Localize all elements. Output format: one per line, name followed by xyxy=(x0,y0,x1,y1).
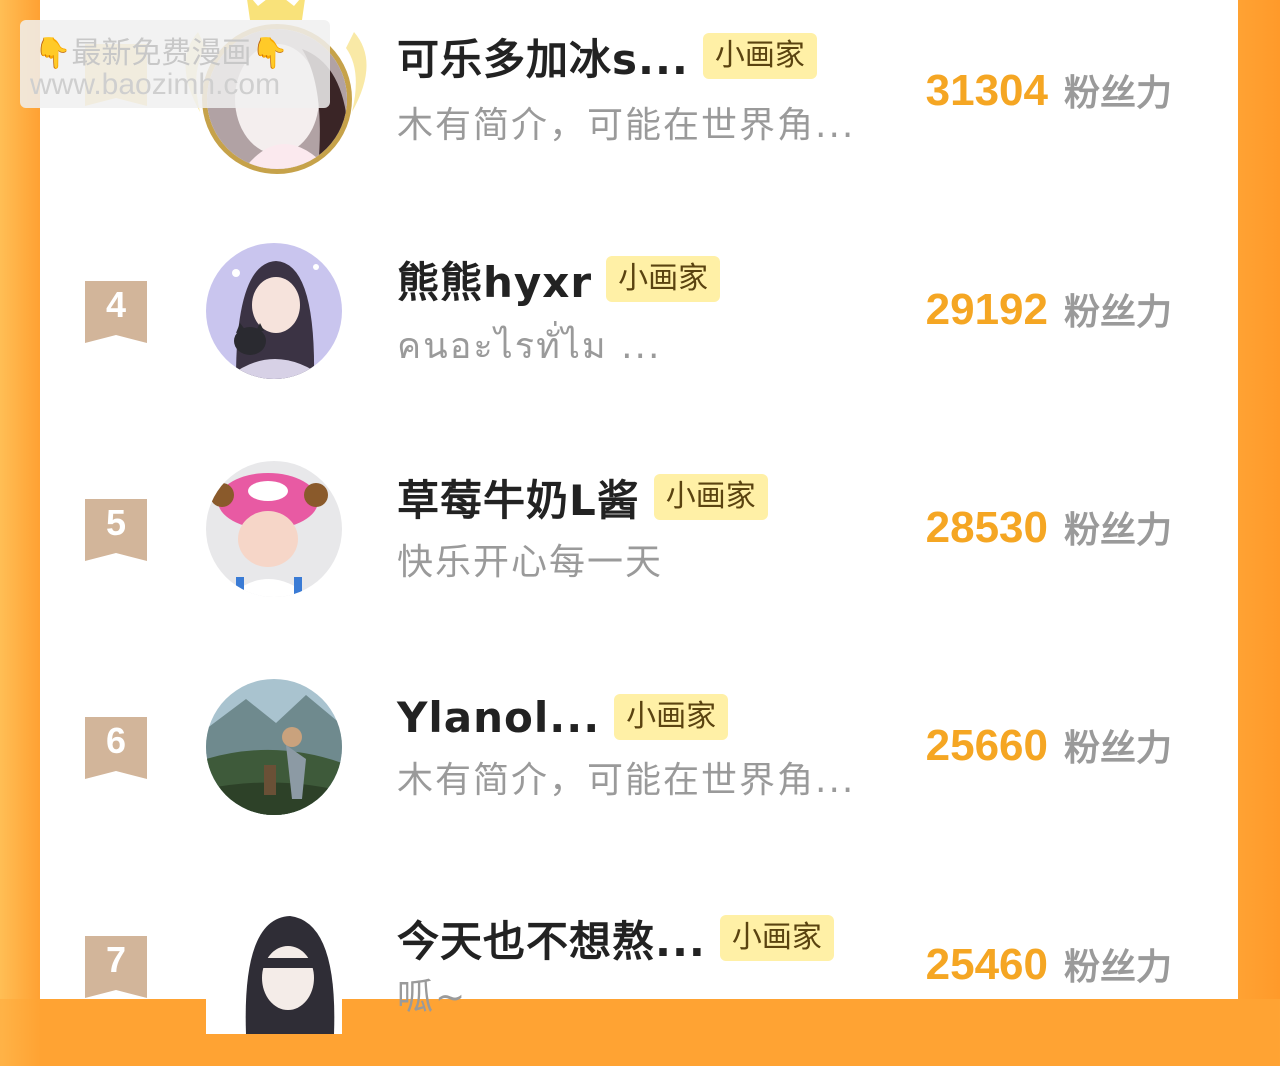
avatar[interactable] xyxy=(206,243,342,379)
list-item[interactable]: 5 草莓牛奶L酱 小画家 快乐开心每一天 28530 粉丝力 xyxy=(40,429,1238,629)
level-badge: 小画家 xyxy=(702,33,817,79)
name-line: 草莓牛奶L酱 小画家 xyxy=(397,469,768,525)
avatar-landscape-icon xyxy=(206,679,342,815)
score-value: 25460 xyxy=(925,940,1048,989)
right-orange-border xyxy=(1238,0,1280,999)
rank-number: 6 xyxy=(105,720,127,761)
score-unit: 粉丝力 xyxy=(1063,73,1172,114)
rank-ribbon: 5 xyxy=(85,499,147,561)
pointing-down-icon: 👇 xyxy=(34,36,72,71)
avatar[interactable] xyxy=(206,898,342,1034)
list-item[interactable]: 4 熊熊hyxr 小画家 คนอะไรทั่ไม ... 29192 粉丝力 xyxy=(40,211,1238,411)
rank-number: 7 xyxy=(105,939,127,980)
watermark-line1: 👇最新免费漫画👇 xyxy=(34,28,289,72)
user-name[interactable]: 可乐多加冰s... xyxy=(397,26,689,87)
fan-score: 31304 粉丝力 xyxy=(926,64,1172,116)
score-value: 25660 xyxy=(925,721,1048,770)
level-badge: 小画家 xyxy=(653,474,768,520)
name-line: 今天也不想熬... 小画家 xyxy=(397,910,834,966)
rank-ribbon: 6 xyxy=(85,717,147,779)
score-unit: 粉丝力 xyxy=(1063,292,1172,333)
fan-score: 29192 粉丝力 xyxy=(926,283,1172,335)
level-badge: 小画家 xyxy=(606,256,721,302)
user-bio: 快乐开心每一天 xyxy=(397,542,664,583)
name-line: 可乐多加冰s... 小画家 xyxy=(397,28,817,84)
score-unit: 粉丝力 xyxy=(1063,728,1172,769)
fan-score: 25460 粉丝力 xyxy=(926,938,1172,990)
score-unit: 粉丝力 xyxy=(1063,510,1172,551)
name-line: Ylanol... 小画家 xyxy=(397,689,729,745)
list-item[interactable]: 6 Ylanol... 小画家 木有简介，可能在世界角... 25660 粉丝力 xyxy=(40,647,1238,847)
score-value: 29192 xyxy=(925,285,1048,334)
user-bio: 木有简介，可能在世界角... xyxy=(397,760,856,801)
avatar[interactable] xyxy=(206,679,342,815)
user-name[interactable]: 熊熊hyxr xyxy=(397,249,592,310)
left-orange-border xyxy=(0,0,40,999)
watermark-url: www.baozimh.com xyxy=(30,68,281,101)
rank-number: 5 xyxy=(105,502,127,543)
score-value: 28530 xyxy=(925,503,1048,552)
pointing-down-icon: 👇 xyxy=(251,36,289,71)
level-badge: 小画家 xyxy=(614,694,729,740)
user-name[interactable]: 草莓牛奶L酱 xyxy=(397,467,640,528)
fan-score: 28530 粉丝力 xyxy=(926,501,1172,553)
watermark-text: 最新免费漫画 xyxy=(71,36,252,71)
rank-ribbon: 4 xyxy=(85,281,147,343)
user-name[interactable]: 今天也不想熬... xyxy=(397,908,706,969)
user-name[interactable]: Ylanol... xyxy=(397,693,600,742)
name-line: 熊熊hyxr 小画家 xyxy=(397,249,721,310)
avatar-dark-hair-girl-icon xyxy=(206,898,342,1034)
avatar-child-pink-hat-icon xyxy=(206,461,342,597)
user-bio: 木有简介，可能在世界角... xyxy=(397,105,856,146)
fan-score: 25660 粉丝力 xyxy=(926,719,1172,771)
watermark: 👇最新免费漫画👇 www.baozimh.com xyxy=(20,20,330,108)
rank-number: 4 xyxy=(105,284,127,325)
score-unit: 粉丝力 xyxy=(1063,947,1172,988)
list-item[interactable]: 7 今天也不想熬... 小画家 呱~ 25460 粉丝力 xyxy=(40,866,1238,1066)
avatar[interactable] xyxy=(206,461,342,597)
user-bio: 呱~ xyxy=(397,977,468,1018)
avatar-girl-with-cat-icon xyxy=(206,243,342,379)
user-bio: คนอะไรทั่ไม ... xyxy=(397,326,662,367)
rank-ribbon: 7 xyxy=(85,936,147,998)
level-badge: 小画家 xyxy=(719,915,834,961)
score-value: 31304 xyxy=(925,66,1048,115)
